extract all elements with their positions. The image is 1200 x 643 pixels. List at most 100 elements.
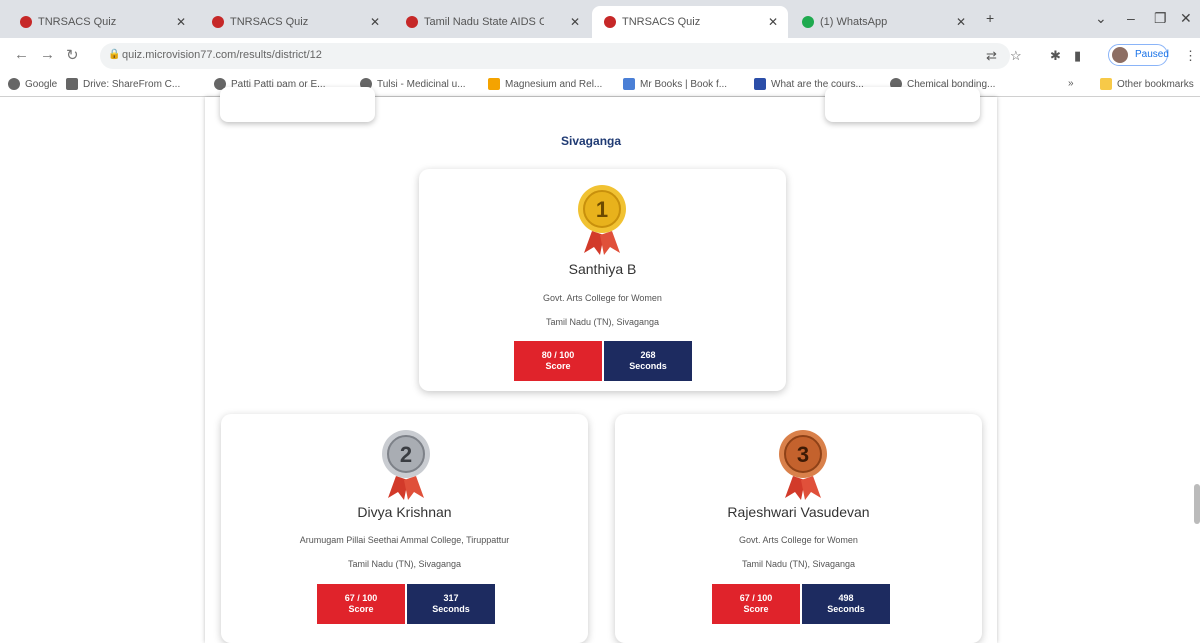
close-icon[interactable]: ✕ (570, 15, 580, 29)
drive-icon (66, 78, 78, 90)
winner-name: Santhiya B (568, 261, 637, 277)
silver-medal-icon: 2 (382, 430, 430, 500)
close-icon[interactable]: ✕ (370, 15, 380, 29)
profile-label: Paused (1135, 49, 1169, 60)
bookmark-star-icon[interactable]: ☆ (1010, 48, 1022, 64)
rank-number: 3 (797, 442, 809, 467)
favicon-icon (20, 16, 32, 28)
other-bookmarks[interactable]: Other bookmarks (1100, 78, 1194, 90)
tab-title: TNRSACS Quiz (622, 16, 701, 28)
score-box: 67 / 100 Score (712, 584, 800, 624)
favicon-icon (212, 16, 224, 28)
score-value: 67 / 100 (739, 593, 773, 603)
close-icon[interactable]: ✕ (956, 15, 966, 29)
back-icon[interactable]: ← (14, 46, 29, 63)
close-icon[interactable]: ✕ (768, 15, 778, 29)
score-box: 67 / 100 Score (317, 584, 405, 624)
site-icon (754, 78, 766, 90)
previous-card (220, 87, 375, 122)
address-bar[interactable]: 🔒 quiz.microvision77.com/results/distric… (100, 43, 1010, 69)
tab-title: TNRSACS Quiz (230, 16, 309, 28)
winner-name: Divya Krishnan (357, 504, 452, 520)
bookmark-label: Tulsi - Medicinal u... (377, 78, 466, 90)
score-value: 67 / 100 (344, 593, 378, 603)
folder-icon (1100, 78, 1112, 90)
browser-tab[interactable]: TNRSACS Quiz ✕ (200, 6, 390, 38)
tab-title: (1) WhatsApp (820, 16, 888, 28)
window-close-icon[interactable]: ✕ (1180, 10, 1192, 27)
browser-chrome: TNRSACS Quiz ✕ TNRSACS Quiz ✕ Tamil Nadu… (0, 0, 1200, 97)
time-value: 498 (838, 593, 854, 603)
tab-title: Tamil Nadu State AIDS Contr (424, 16, 544, 28)
time-box: 317 Seconds (407, 584, 495, 624)
bookmark-drive[interactable]: Drive: ShareFrom C... (66, 78, 180, 90)
bookmark-label: Mr Books | Book f... (640, 78, 728, 90)
whatsapp-icon (802, 16, 814, 28)
gold-medal-icon: 1 (578, 185, 626, 255)
page: Sivaganga 1 Santhiya B Govt. Arts Colleg… (0, 87, 1200, 643)
rank-number: 1 (596, 197, 608, 222)
bookmark-label: Other bookmarks (1117, 78, 1194, 90)
bookmark-mrbooks[interactable]: Mr Books | Book f... (623, 78, 727, 90)
profile-button[interactable]: Paused (1108, 44, 1169, 66)
bookmark-label: Magnesium and Rel... (505, 78, 603, 90)
winner-card-3: 3 Rajeshwari Vasudevan Govt. Arts Colleg… (615, 414, 982, 643)
bookmark-magnesium[interactable]: Magnesium and Rel... (488, 78, 602, 90)
sidepanel-icon[interactable]: ▮ (1074, 48, 1081, 64)
bronze-medal-icon: 3 (779, 430, 827, 500)
new-tab-icon[interactable]: + (986, 10, 994, 26)
winner-name: Rajeshwari Vasudevan (727, 504, 870, 520)
favicon-icon (406, 16, 418, 28)
close-icon[interactable]: ✕ (176, 15, 186, 29)
browser-tab[interactable]: TNRSACS Quiz ✕ (8, 6, 196, 38)
rank-number: 2 (400, 442, 412, 467)
maximize-icon[interactable]: ❐ (1154, 10, 1167, 27)
browser-tab[interactable]: (1) WhatsApp ✕ (790, 6, 976, 38)
minimize-icon[interactable]: – (1127, 10, 1135, 26)
results-panel: Sivaganga 1 Santhiya B Govt. Arts Colleg… (205, 87, 997, 643)
bookmark-tulsi[interactable]: Tulsi - Medicinal u... (360, 78, 466, 90)
page-scrollbar[interactable] (1194, 484, 1200, 524)
google-icon (8, 78, 20, 90)
translate-icon[interactable]: ⇄ (986, 48, 997, 64)
winner-card-2: 2 Divya Krishnan Arumugam Pillai Seethai… (221, 414, 588, 643)
site-icon (488, 78, 500, 90)
time-label: Seconds (827, 604, 865, 614)
favicon-icon (604, 16, 616, 28)
browser-toolbar: ← → ↻ 🔒 quiz.microvision77.com/results/d… (0, 38, 1200, 72)
score-label: Score (545, 361, 571, 371)
tab-search-icon[interactable]: ⌄ (1095, 10, 1107, 27)
reload-icon[interactable]: ↻ (66, 46, 79, 64)
time-label: Seconds (432, 604, 470, 614)
site-icon (623, 78, 635, 90)
score-label: Score (348, 604, 374, 614)
time-label: Seconds (629, 361, 667, 371)
winner-college: Govt. Arts College for Women (543, 293, 662, 303)
winner-college: Arumugam Pillai Seethai Ammal College, T… (299, 535, 510, 545)
extensions-icon[interactable]: ✱ (1050, 48, 1061, 64)
avatar (1112, 47, 1128, 63)
bookmark-google[interactable]: Google (8, 78, 57, 90)
tab-title: TNRSACS Quiz (38, 16, 117, 28)
district-heading: Sivaganga (561, 134, 622, 148)
tab-strip: TNRSACS Quiz ✕ TNRSACS Quiz ✕ Tamil Nadu… (0, 0, 1200, 38)
menu-icon[interactable]: ⋮ (1184, 48, 1197, 64)
browser-tab-active[interactable]: TNRSACS Quiz ✕ (592, 6, 788, 38)
score-box: 80 / 100 Score (514, 341, 602, 381)
winner-location: Tamil Nadu (TN), Sivaganga (741, 559, 856, 569)
time-value: 317 (443, 593, 459, 603)
lock-icon: 🔒 (108, 49, 121, 60)
winner-card-1: 1 Santhiya B Govt. Arts College for Wome… (419, 169, 786, 391)
forward-icon[interactable]: → (40, 46, 55, 63)
browser-tab[interactable]: Tamil Nadu State AIDS Contr ✕ (394, 6, 590, 38)
time-box: 498 Seconds (802, 584, 890, 624)
url-text: quiz.microvision77.com/results/district/… (122, 49, 322, 61)
previous-card (825, 87, 980, 122)
winner-college: Govt. Arts College for Women (739, 535, 858, 545)
bookmarks-overflow-icon[interactable]: » (1068, 78, 1074, 89)
winner-location: Tamil Nadu (TN), Sivaganga (347, 559, 462, 569)
bookmarks-bar: Google Drive: ShareFrom C... Patti Patti… (0, 72, 1200, 97)
bookmark-label: Google (25, 78, 58, 90)
time-box: 268 Seconds (604, 341, 692, 381)
winner-location: Tamil Nadu (TN), Sivaganga (545, 317, 660, 327)
